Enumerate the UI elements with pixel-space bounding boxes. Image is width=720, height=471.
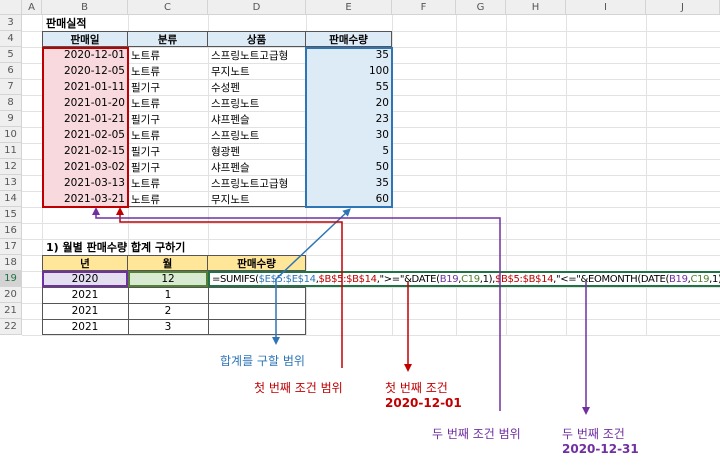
formula-ref-cond2-range: $B$5:$B$14 — [495, 273, 554, 285]
summary-year-cell[interactable]: 2021 — [42, 319, 128, 335]
col-header-g[interactable]: G — [456, 0, 506, 15]
row-header-15[interactable]: 15 — [0, 207, 22, 223]
row-header-11[interactable]: 11 — [0, 143, 22, 159]
row-header-5[interactable]: 5 — [0, 47, 22, 63]
row-header-22[interactable]: 22 — [0, 319, 22, 335]
row-header-12[interactable]: 12 — [0, 159, 22, 175]
sales-cell[interactable]: 노트류 — [128, 63, 208, 79]
formula-text: ,">="&DATE( — [376, 273, 440, 285]
label-sum-range: 합계를 구할 범위 — [220, 354, 305, 368]
sales-cell[interactable]: 수성펜 — [208, 79, 306, 95]
label-cond2: 두 번째 조건 — [562, 427, 625, 441]
col-header-f[interactable]: F — [392, 0, 456, 15]
spreadsheet-grid: A B C D E F G H I J 3 4 5 6 7 8 9 10 11 … — [0, 0, 720, 340]
col-header-h[interactable]: H — [506, 0, 566, 15]
sales-cell[interactable]: 스프링노트고급형 — [208, 47, 306, 63]
sales-header-date: 판매일 — [42, 31, 128, 47]
sales-cell[interactable]: 무지노트 — [208, 63, 306, 79]
formula-text: ,"<="&EOMONTH(DATE( — [553, 273, 670, 285]
sales-header-category: 분류 — [128, 31, 208, 47]
sales-cell[interactable]: 필기구 — [128, 143, 208, 159]
summary-year-cell[interactable]: 2021 — [42, 287, 128, 303]
formula-text: ,1),0)) — [709, 273, 720, 285]
label-cond1: 첫 번째 조건 — [385, 381, 448, 395]
summary-year-cell[interactable]: 2021 — [42, 303, 128, 319]
row-header-13[interactable]: 13 — [0, 175, 22, 191]
sales-cell[interactable]: 필기구 — [128, 159, 208, 175]
summary-header-year: 년 — [42, 255, 128, 271]
formula-ref-year: B19 — [439, 273, 459, 285]
sales-header-qty: 판매수량 — [306, 31, 392, 47]
sales-cell[interactable]: 노트류 — [128, 127, 208, 143]
formula-cell-d19[interactable]: =SUMIFS($E$5:$E$14, $B$5:$B$14 ,">="&DATE(… — [208, 271, 720, 287]
sales-cell[interactable]: 노트류 — [128, 47, 208, 63]
select-all-corner[interactable] — [0, 0, 22, 15]
formula-ref-year: B19 — [669, 273, 688, 285]
sales-cell[interactable]: 노트류 — [128, 175, 208, 191]
row-header-21[interactable]: 21 — [0, 303, 22, 319]
col-header-a[interactable]: A — [22, 0, 42, 15]
row-header-20[interactable]: 20 — [0, 287, 22, 303]
formula-text: ,1), — [479, 273, 496, 285]
sales-cell[interactable]: 스프링노트 — [208, 127, 306, 143]
sales-cell[interactable]: 필기구 — [128, 79, 208, 95]
row-header-16[interactable]: 16 — [0, 223, 22, 239]
sales-cell[interactable]: 샤프펜슬 — [208, 111, 306, 127]
summary-header-month: 월 — [128, 255, 208, 271]
row-header-7[interactable]: 7 — [0, 79, 22, 95]
sales-cell[interactable]: 샤프펜슬 — [208, 159, 306, 175]
summary-month-cell[interactable]: 12 — [128, 271, 208, 287]
formula-text: =SUMIFS( — [212, 273, 259, 285]
sales-cell[interactable]: 노트류 — [128, 95, 208, 111]
row-header-3[interactable]: 3 — [0, 15, 22, 31]
col-header-d[interactable]: D — [208, 0, 306, 15]
qty-range-outline — [305, 47, 393, 208]
sales-cell[interactable]: 스프링노트고급형 — [208, 175, 306, 191]
row-header-18[interactable]: 18 — [0, 255, 22, 271]
row-header-8[interactable]: 8 — [0, 95, 22, 111]
row-header-10[interactable]: 10 — [0, 127, 22, 143]
formula-ref-month: C19 — [461, 273, 480, 285]
sales-header-product: 상품 — [208, 31, 306, 47]
row-header-9[interactable]: 9 — [0, 111, 22, 127]
col-header-b[interactable]: B — [42, 0, 128, 15]
sales-cell[interactable]: 필기구 — [128, 111, 208, 127]
row-header-17[interactable]: 17 — [0, 239, 22, 255]
date-range-outline — [42, 47, 129, 208]
summary-year-cell[interactable]: 2020 — [42, 271, 128, 287]
row-header-6[interactable]: 6 — [0, 63, 22, 79]
sales-cell[interactable]: 형광펜 — [208, 143, 306, 159]
formula-ref-month: C19 — [690, 273, 710, 285]
col-header-e[interactable]: E — [306, 0, 392, 15]
label-cond2-range: 두 번째 조건 범위 — [432, 427, 521, 441]
col-header-i[interactable]: I — [566, 0, 646, 15]
summary-month-cell[interactable]: 3 — [128, 319, 208, 335]
formula-ref-cond1-range: $B$5:$B$14 — [318, 273, 377, 285]
row-header-14[interactable]: 14 — [0, 191, 22, 207]
summary-month-cell[interactable]: 2 — [128, 303, 208, 319]
summary-header-qty: 판매수량 — [208, 255, 306, 271]
label-cond1-value: 2020-12-01 — [385, 396, 462, 410]
label-cond1-range: 첫 번째 조건 범위 — [254, 381, 343, 395]
col-header-j[interactable]: J — [646, 0, 720, 15]
row-header-4[interactable]: 4 — [0, 31, 22, 47]
formula-ref-sum-range: $E$5:$E$14 — [258, 273, 316, 285]
sales-cell[interactable]: 스프링노트 — [208, 95, 306, 111]
sales-cell[interactable]: 노트류 — [128, 191, 208, 207]
label-cond2-value: 2020-12-31 — [562, 442, 639, 456]
sales-cell[interactable]: 무지노트 — [208, 191, 306, 207]
col-header-c[interactable]: C — [128, 0, 208, 15]
row-header-19[interactable]: 19 — [0, 271, 22, 287]
summary-month-cell[interactable]: 1 — [128, 287, 208, 303]
summary-title: 1) 월별 판매수량 합계 구하기 — [46, 241, 186, 254]
sales-table-title: 판매실적 — [46, 17, 87, 30]
